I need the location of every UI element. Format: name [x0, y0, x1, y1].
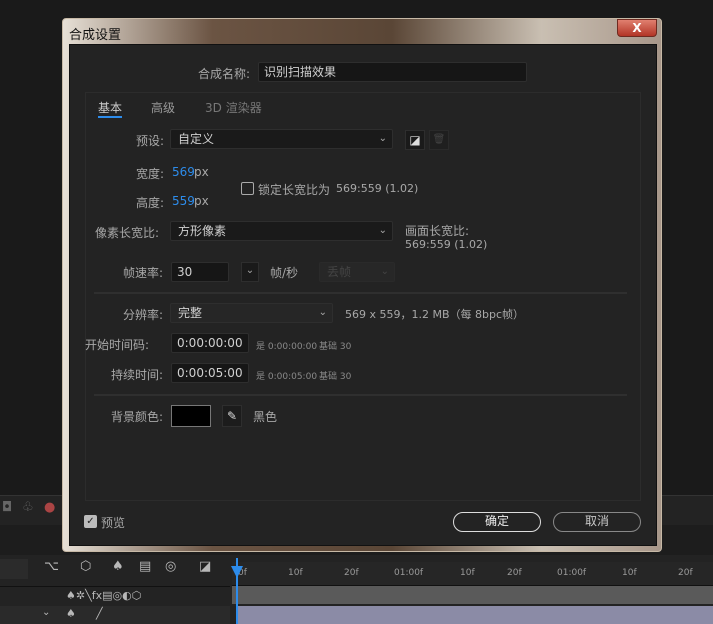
comp-name-input[interactable]: 识别扫描效果 — [258, 62, 527, 82]
frame-rate-label: 帧速率: — [123, 266, 164, 280]
chevron-down-icon[interactable]: ⌄ — [42, 607, 50, 618]
drop-frame-value: 丢帧 — [327, 265, 352, 279]
eyedropper-icon[interactable]: ✎ — [222, 405, 242, 427]
preset-dropdown[interactable]: 自定义 ⌄ — [170, 129, 393, 149]
ruler-tick: 01:00f — [557, 568, 587, 578]
ruler-tick: 10f — [460, 568, 475, 578]
settings-panel — [85, 92, 641, 501]
ruler-tick: 01:00f — [394, 568, 424, 578]
pixel-aspect-dropdown[interactable]: 方形像素 ⌄ — [170, 221, 393, 241]
close-button[interactable]: X — [617, 19, 657, 37]
resolution-info: 569 x 559，1.2 MB（每 8bpc帧） — [345, 308, 525, 321]
resolution-value: 完整 — [178, 306, 203, 320]
preview-label: 预览 — [101, 516, 126, 530]
camera-icon[interactable]: ◘ — [2, 500, 12, 515]
chevron-down-icon: ⌄ — [378, 225, 387, 236]
layer-bar[interactable] — [238, 606, 713, 624]
shy-switch-icon[interactable]: ♠ — [66, 607, 76, 620]
divider — [94, 394, 627, 396]
chevron-down-icon: ⌄ — [318, 307, 327, 318]
start-timecode-label: 开始时间码: — [85, 338, 150, 352]
timeline-search[interactable] — [0, 559, 28, 579]
frame-rate-unit: 帧/秒 — [270, 266, 299, 280]
work-area-bar[interactable] — [232, 586, 713, 604]
dialog-title: 合成设置 — [69, 28, 122, 43]
resolution-dropdown[interactable]: 完整 ⌄ — [170, 303, 333, 323]
ruler-tick: 20f — [344, 568, 359, 578]
frame-blending-icon[interactable]: ▤ — [139, 559, 151, 574]
save-preset-icon[interactable]: ◪ — [405, 130, 425, 150]
ruler-tick: 10f — [622, 568, 637, 578]
color-icon[interactable]: ● — [44, 500, 55, 515]
bg-color-label: 背景颜色: — [111, 410, 164, 424]
active-tab-indicator — [98, 116, 122, 118]
time-ruler[interactable]: 0f 10f 20f 01:00f 10f 20f 01:00f 10f 20f — [232, 562, 713, 586]
height-label: 高度: — [136, 196, 165, 210]
preset-label: 预设: — [136, 134, 165, 148]
ruler-tick: 20f — [507, 568, 522, 578]
composition-flowchart-icon[interactable]: ⌥ — [44, 559, 59, 574]
bg-color-swatch[interactable] — [171, 405, 211, 427]
pixel-aspect-value: 方形像素 — [178, 224, 227, 238]
frame-aspect-label: 画面长宽比: — [405, 224, 470, 238]
tab-3d-renderer[interactable]: 3D 渲染器 — [205, 99, 262, 116]
height-unit: px — [194, 194, 209, 208]
preview-checkbox[interactable]: ✓ — [84, 515, 97, 528]
pixel-aspect-label: 像素长宽比: — [95, 226, 160, 240]
tab-basic[interactable]: 基本 — [98, 99, 122, 116]
graph-editor-icon[interactable]: ◪ — [199, 559, 211, 574]
width-label: 宽度: — [136, 167, 165, 181]
lock-aspect-label: 锁定长宽比为 — [258, 183, 331, 197]
shy-layers-icon[interactable]: ♠ — [112, 559, 124, 574]
comp-name-label: 合成名称: — [198, 67, 251, 81]
ok-button[interactable]: 确定 — [453, 512, 541, 532]
duration-label: 持续时间: — [111, 368, 164, 382]
ruler-tick: 10f — [288, 568, 303, 578]
resolution-label: 分辨率: — [123, 308, 164, 322]
lock-aspect-value: 569:559 (1.02) — [336, 182, 419, 195]
frame-rate-input[interactable]: 30 — [171, 262, 229, 282]
duration-base: 基础 30 — [319, 372, 352, 382]
chevron-down-icon: ⌄ — [380, 266, 389, 277]
lock-aspect-checkbox[interactable] — [241, 182, 254, 195]
quality-switch-icon[interactable]: ╱ — [96, 607, 103, 620]
tab-advanced[interactable]: 高级 — [151, 99, 175, 116]
duration-input[interactable]: 0:00:05:00 — [171, 363, 249, 383]
drop-frame-dropdown[interactable]: 丢帧 ⌄ — [319, 262, 395, 282]
chevron-down-icon: ⌄ — [378, 133, 387, 144]
bg-color-name: 黑色 — [253, 410, 278, 424]
divider — [94, 292, 627, 294]
frame-aspect-value: 569:559 (1.02) — [405, 238, 488, 251]
frame-rate-chevron-icon[interactable]: ⌄ — [241, 262, 259, 282]
ruler-tick: 20f — [678, 568, 693, 578]
cancel-button[interactable]: 取消 — [553, 512, 641, 532]
start-timecode-base: 基础 30 — [319, 342, 352, 352]
draft-3d-icon[interactable]: ⬡ — [80, 559, 91, 574]
preset-value: 自定义 — [178, 132, 215, 146]
channels-icon[interactable]: ♧ — [22, 500, 34, 515]
height-value[interactable]: 559 — [172, 194, 195, 208]
delete-preset-icon[interactable]: 🗑 — [429, 130, 449, 150]
width-unit: px — [194, 165, 209, 179]
start-timecode-info: 是 0:00:00:00 — [256, 342, 318, 352]
motion-blur-icon[interactable]: ◎ — [165, 559, 176, 574]
start-timecode-input[interactable]: 0:00:00:00 — [171, 333, 249, 353]
width-value[interactable]: 569 — [172, 165, 195, 179]
duration-info: 是 0:00:05:00 — [256, 372, 318, 382]
layer-switches-icons: ♠✲╲fx▤◎◐⬡ — [66, 589, 142, 602]
